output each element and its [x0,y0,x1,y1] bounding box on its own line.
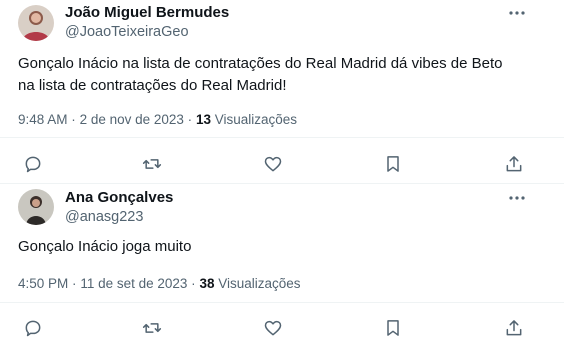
tweet-text: Gonçalo Inácio joga muito [18,236,538,258]
author-handle[interactable]: @anasg223 [65,208,143,226]
tweet-text-line: na lista de contratações do Real Madrid! [18,77,287,94]
reply-icon[interactable] [22,317,44,339]
views-label[interactable]: Visualizações [218,276,300,291]
more-horizontal-icon[interactable] [508,4,526,22]
tweet-meta: 9:48 AM · 2 de nov de 2023 · 13 Visualiz… [18,111,297,129]
tweet-text: Gonçalo Inácio na lista de contratações … [18,53,538,97]
author-name[interactable]: João Miguel Bermudes [65,4,229,22]
views-count[interactable]: 38 [199,276,214,291]
views-label[interactable]: Visualizações [215,112,297,127]
tweet-actions [0,317,564,339]
tweet-text-line: Gonçalo Inácio joga muito [18,238,192,255]
avatar[interactable] [18,189,54,225]
avatar[interactable] [18,5,54,41]
views-count[interactable]: 13 [196,112,211,127]
share-icon[interactable] [503,317,525,339]
bookmark-icon[interactable] [382,317,404,339]
meta-separator: · [187,112,193,127]
meta-separator: · [72,276,77,291]
author-name[interactable]: Ana Gonçalves [65,189,173,207]
tweet-meta: 4:50 PM · 11 de set de 2023 · 38 Visuali… [18,275,301,293]
retweet-icon[interactable] [141,153,163,175]
reply-icon[interactable] [22,153,44,175]
tweet-actions [0,153,564,175]
tweet-text-line: Gonçalo Inácio na lista de contratações … [18,55,503,72]
retweet-icon[interactable] [141,317,163,339]
author-handle[interactable]: @JoaoTeixeiraGeo [65,23,189,41]
tweet-time[interactable]: 9:48 AM [18,112,68,127]
meta-separator: · [71,112,76,127]
more-horizontal-icon[interactable] [508,189,526,207]
tweet-2[interactable]: Ana Gonçalves @anasg223 Gonçalo Inácio j… [0,184,564,356]
meta-separator: · [191,276,196,291]
like-icon[interactable] [262,153,284,175]
bookmark-icon[interactable] [382,153,404,175]
tweet-time[interactable]: 4:50 PM [18,276,68,291]
tweet-1[interactable]: João Miguel Bermudes @JoaoTeixeiraGeo Go… [0,0,564,184]
tweet-date[interactable]: 2 de nov de 2023 [80,112,184,127]
share-icon[interactable] [503,153,525,175]
like-icon[interactable] [262,317,284,339]
divider [0,137,564,138]
tweet-date[interactable]: 11 de set de 2023 [80,276,187,291]
divider [0,302,564,303]
